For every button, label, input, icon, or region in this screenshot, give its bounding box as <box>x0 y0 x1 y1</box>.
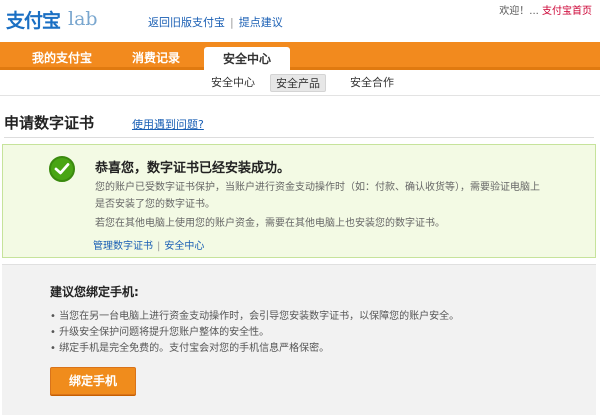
logo-lab-text: lab <box>68 8 98 30</box>
security-center-link[interactable]: 安全中心 <box>164 241 204 252</box>
top-links-divider: | <box>230 16 234 29</box>
page-header: 申请数字证书 使用遇到问题? <box>4 112 594 138</box>
main-nav: 我的支付宝 消费记录 安全中心 <box>0 42 600 73</box>
subnav-item-security-products[interactable]: 安全产品 <box>270 74 326 92</box>
success-desc-line-3: 若您在其他电脑上使用您的账户资金，需要在其他电脑上也安装您的数字证书。 <box>95 218 445 229</box>
check-icon <box>49 156 75 182</box>
user-greeting: 欢迎！... 支付宝首页 <box>499 2 592 17</box>
page-title: 申请数字证书 <box>4 114 95 132</box>
success-links: 管理数字证书 | 安全中心 <box>93 237 204 252</box>
top-links: 返回旧版支付宝 | 提点建议 <box>148 14 283 30</box>
top-bar: 支付宝 lab 返回旧版支付宝 | 提点建议 欢迎！... 支付宝首页 <box>0 0 600 42</box>
tab-my-alipay[interactable]: 我的支付宝 <box>14 46 110 70</box>
suggestion-bullet-1: • 当您在另一台电脑上进行资金支动操作时，会引导您安装数字证书，以保障您的账户安… <box>50 311 460 322</box>
suggestion-bullet-2: • 升级安全保护问题将提升您账户整体的安全性。 <box>50 327 270 338</box>
success-links-divider: | <box>157 241 161 252</box>
back-to-old-version-link[interactable]: 返回旧版支付宝 <box>148 16 225 29</box>
bind-phone-suggestion: 建议您绑定手机: • 当您在另一台电脑上进行资金支动操作时，会引导您安装数字证书… <box>2 264 596 415</box>
help-link[interactable]: 使用遇到问题? <box>132 116 204 132</box>
tab-consumption-records[interactable]: 消费记录 <box>114 46 198 70</box>
home-link[interactable]: 支付宝首页 <box>542 6 592 17</box>
greeting-text: 欢迎！... <box>499 6 539 17</box>
bind-phone-button[interactable]: 绑定手机 <box>50 367 136 395</box>
sub-nav: 安全中心 安全产品 安全合作 <box>0 70 600 96</box>
success-desc-line-2: 是否安装了您的数字证书。 <box>95 199 215 210</box>
suggestion-bullet-3: • 绑定手机是完全免费的。支付宝会对您的手机信息严格保密。 <box>50 343 330 354</box>
manage-certificate-link[interactable]: 管理数字证书 <box>93 241 153 252</box>
alipay-lab-logo[interactable]: 支付宝 lab <box>6 6 116 32</box>
success-title: 恭喜您，数字证书已经安装成功。 <box>95 161 291 176</box>
subnav-item-security-cooperation[interactable]: 安全合作 <box>346 74 398 92</box>
suggestion-title: 建议您绑定手机: <box>50 285 139 299</box>
feedback-link[interactable]: 提点建议 <box>239 16 283 29</box>
subnav-item-security-center[interactable]: 安全中心 <box>208 74 258 92</box>
success-desc-line-1: 您的账户已受数字证书保护，当账户进行资金支动操作时（如：付款、确认收货等），需要… <box>95 182 540 193</box>
logo-brand-text: 支付宝 <box>6 10 61 32</box>
success-message-box: 恭喜您，数字证书已经安装成功。 您的账户已受数字证书保护，当账户进行资金支动操作… <box>2 144 596 258</box>
